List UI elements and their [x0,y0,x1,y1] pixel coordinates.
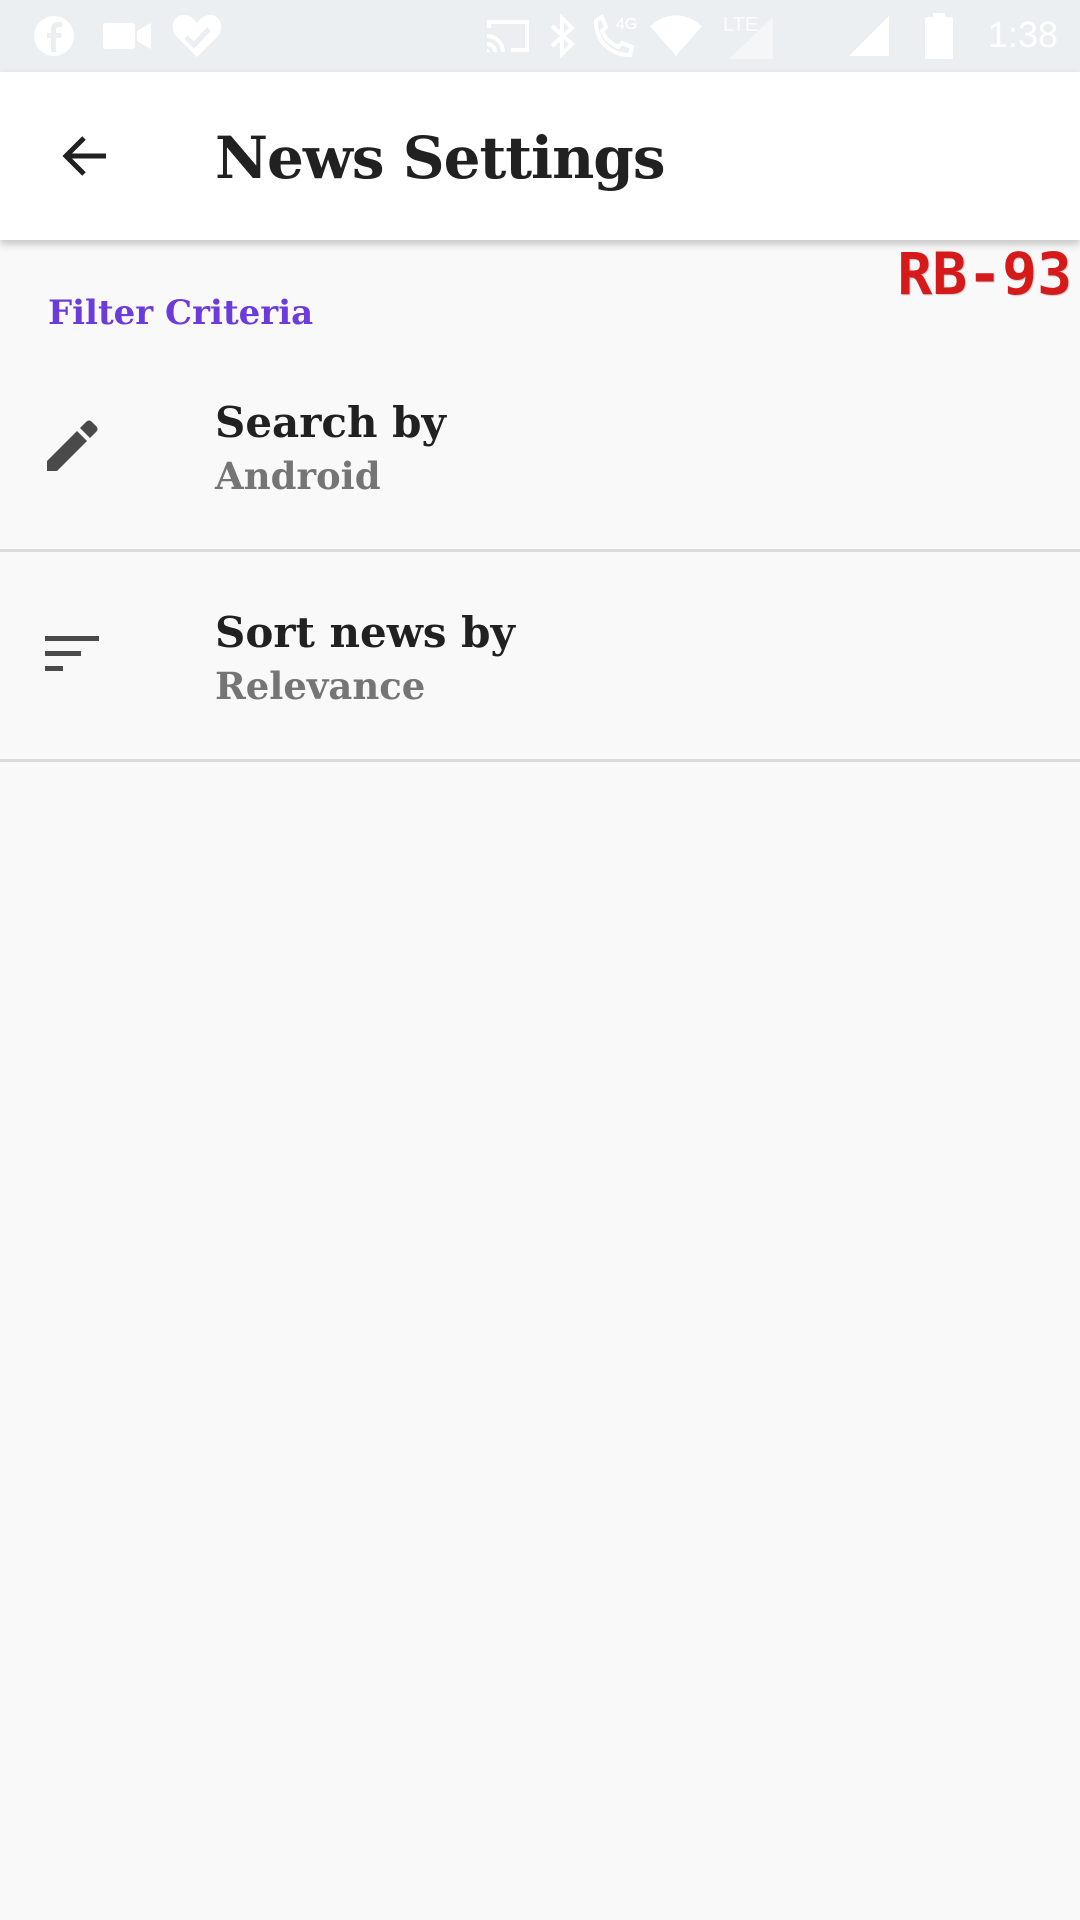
bluetooth-icon [546,12,580,60]
wifi-icon [648,12,704,60]
status-bar: 4G LTE 1:38 [0,0,1080,72]
wifi-calling-icon: 4G [590,12,638,60]
settings-screen: 4G LTE 1:38 News Settings RB-93 Filter C… [0,0,1080,1920]
arrow-back-icon [62,136,106,176]
signal-icon: LTE [718,12,778,60]
watermark-label: RB-93 [897,240,1072,308]
video-camera-icon [100,12,154,60]
sort-news-by-preference[interactable]: Sort news by Relevance [0,552,1080,762]
section-header: Filter Criteria [48,293,314,333]
preference-summary: Android [215,454,381,498]
preference-summary: Relevance [215,664,426,708]
heart-check-icon [170,12,224,60]
sort-icon [40,622,104,686]
lte-label: LTE [723,14,758,36]
status-time: 1:38 [987,14,1058,55]
app-bar: News Settings [0,72,1080,240]
network-type-label: 4G [616,16,637,33]
preference-title: Search by [215,398,446,447]
battery-icon [924,12,954,60]
signal-icon [846,12,894,60]
preference-title: Sort news by [215,608,515,657]
facebook-icon [30,12,78,60]
cast-icon [482,12,534,60]
page-title: News Settings [215,124,665,192]
back-button[interactable] [44,116,124,196]
pencil-icon [40,412,104,476]
search-by-preference[interactable]: Search by Android [0,342,1080,552]
